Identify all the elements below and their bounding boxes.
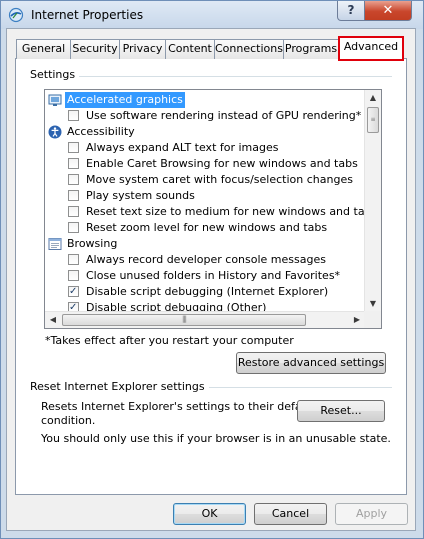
reset-button[interactable]: Reset... [297, 400, 385, 422]
browsing-page-icon [48, 237, 62, 251]
tab-content[interactable]: Content [165, 39, 215, 59]
restore-advanced-settings-button[interactable]: Restore advanced settings [236, 352, 386, 374]
settings-group-line [74, 76, 392, 77]
cancel-button[interactable]: Cancel [254, 503, 327, 525]
option-label: Reset text size to medium for new window… [86, 205, 378, 218]
window-title: Internet Properties [31, 8, 144, 22]
option-checkbox[interactable] [68, 174, 79, 185]
tab-general[interactable]: General [16, 39, 71, 59]
title-bar[interactable]: Internet Properties ? ✕ [1, 1, 423, 29]
option-checkbox[interactable] [68, 142, 79, 153]
option-label: Use software rendering instead of GPU re… [86, 109, 362, 122]
scrollbar-corner [364, 311, 381, 328]
horizontal-scrollbar[interactable]: ◀ ||| ▶ [45, 311, 365, 328]
option-label: Reset zoom level for new windows and tab… [86, 221, 328, 234]
option-checkbox[interactable] [68, 190, 79, 201]
option-checkbox[interactable] [68, 270, 79, 281]
option-checkbox[interactable] [68, 206, 79, 217]
help-button[interactable]: ? [337, 1, 365, 21]
option-label: Play system sounds [86, 189, 195, 202]
option-checkbox[interactable] [68, 222, 79, 233]
settings-tree[interactable]: Accelerated graphics Use software renderi… [44, 89, 382, 329]
tab-advanced[interactable]: Advanced [338, 36, 404, 61]
option-label: Enable Caret Browsing for new windows an… [86, 157, 358, 170]
option-checkbox[interactable] [68, 254, 79, 265]
category-label: Accelerated graphics [65, 92, 185, 108]
reset-description-line2: condition. [41, 414, 96, 427]
option-label: Always record developer console messages [86, 253, 326, 266]
category-label: Accessibility [67, 125, 135, 138]
horizontal-scroll-thumb[interactable]: ||| [62, 314, 306, 326]
category-label: Browsing [67, 237, 118, 250]
tab-privacy[interactable]: Privacy [119, 39, 166, 59]
option-checkbox[interactable] [68, 110, 79, 121]
reset-group-label: Reset Internet Explorer settings [30, 380, 209, 393]
scroll-up-arrow-icon[interactable]: ▲ [365, 90, 381, 106]
ok-button[interactable]: OK [173, 503, 246, 525]
internet-explorer-icon [8, 7, 24, 23]
option-checkbox[interactable] [68, 158, 79, 169]
tab-connections[interactable]: Connections [214, 39, 284, 59]
scroll-down-arrow-icon[interactable]: ▼ [365, 296, 381, 312]
option-label: Disable script debugging (Internet Explo… [86, 285, 329, 298]
close-button[interactable]: ✕ [364, 1, 412, 21]
tab-programs[interactable]: Programs [283, 39, 339, 59]
settings-group-label: Settings [30, 68, 80, 81]
reset-warning: You should only use this if your browser… [41, 432, 391, 445]
vertical-scrollbar[interactable]: ▲ ≡ ▼ [364, 90, 381, 312]
scroll-left-arrow-icon[interactable]: ◀ [45, 312, 61, 328]
monitor-icon [48, 93, 62, 107]
scroll-right-arrow-icon[interactable]: ▶ [349, 312, 365, 328]
restart-footnote: *Takes effect after you restart your com… [45, 334, 294, 347]
option-label: Move system caret with focus/selection c… [86, 173, 353, 186]
option-label: Close unused folders in History and Favo… [86, 269, 341, 282]
apply-button[interactable]: Apply [335, 503, 408, 525]
reset-description-line1: Resets Internet Explorer's settings to t… [41, 400, 316, 413]
option-label: Always expand ALT text for images [86, 141, 279, 154]
vertical-scroll-thumb[interactable]: ≡ [367, 107, 379, 133]
accessibility-icon [48, 125, 62, 139]
reset-group-line [190, 387, 392, 388]
option-checkbox[interactable] [68, 284, 79, 300]
tab-security[interactable]: Security [70, 39, 120, 59]
